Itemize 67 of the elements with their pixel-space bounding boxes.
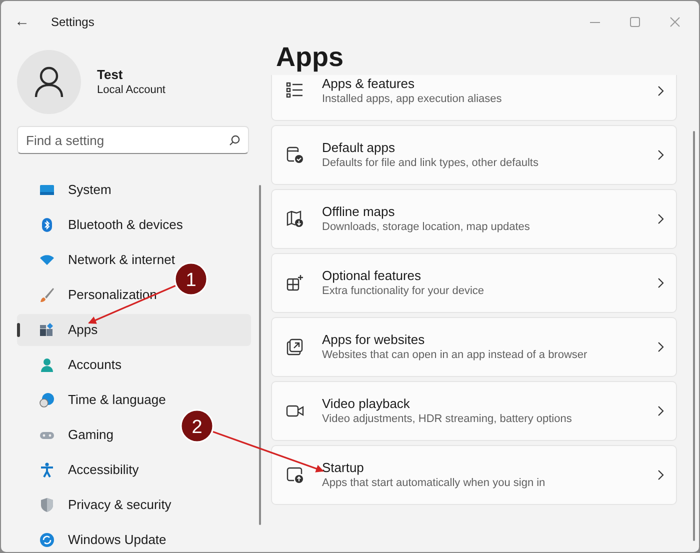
search-icon	[229, 135, 240, 146]
account-name: Test	[97, 67, 124, 83]
card-subtitle: Apps that start automatically when you sign in	[322, 476, 546, 490]
maximize-icon	[630, 17, 640, 27]
sidebar-item[interactable]: Windows Update	[17, 524, 174, 552]
chevron-right-icon	[658, 214, 664, 224]
sync-icon	[39, 532, 55, 548]
card-title: Apps for websites	[322, 332, 426, 348]
map-download-icon	[286, 210, 304, 228]
card-title: Offline maps	[322, 204, 396, 220]
sidebar-item[interactable]: Apps	[17, 314, 251, 346]
list-icon	[286, 82, 304, 100]
step-marker: 1	[174, 262, 208, 296]
card-title: Apps & features	[322, 76, 416, 92]
card-subtitle: Websites that can open in an app instead of a browser	[322, 348, 588, 362]
chevron-right-icon	[658, 150, 664, 160]
sidebar-item[interactable]: Privacy & security	[17, 489, 180, 521]
account-type: Local Account	[97, 83, 166, 97]
chevron-right-icon	[658, 86, 664, 96]
globe-clock-icon	[39, 392, 55, 408]
settings-card[interactable]: Apps for websites Websites that can open in an app instead of a browser	[271, 317, 677, 377]
card-subtitle: Defaults for file and link types, other defaults	[322, 156, 540, 170]
chevron-right-icon	[658, 342, 664, 352]
sidebar-item[interactable]: Time & language	[17, 384, 174, 416]
chevron-right-icon	[658, 406, 664, 416]
window-check-icon	[286, 146, 304, 164]
person-icon	[34, 66, 64, 98]
sidebar-item[interactable]: Bluetooth & devices	[17, 209, 191, 241]
bluetooth-icon	[39, 217, 55, 233]
window-upload-icon	[286, 466, 304, 484]
apps-icon	[39, 322, 55, 338]
settings-card[interactable]: Video playback Video adjustments, HDR streaming, battery options	[271, 381, 677, 441]
wifi-icon	[39, 252, 55, 268]
chevron-right-icon	[658, 470, 664, 480]
open-external-icon	[286, 338, 304, 356]
accessibility-icon	[39, 462, 55, 478]
person-icon	[39, 357, 55, 373]
card-subtitle: Video adjustments, HDR streaming, battery options	[322, 412, 573, 426]
card-subtitle: Extra functionality for your device	[322, 284, 486, 298]
search-field[interactable]: Find a setting	[17, 126, 249, 154]
monitor-icon	[39, 182, 55, 198]
window-title: Settings	[51, 14, 94, 31]
sidebar-item[interactable]: Personalization	[17, 279, 165, 311]
back-button[interactable]: ←	[9, 10, 35, 34]
shield-icon	[39, 497, 55, 513]
card-subtitle: Installed apps, app execution aliases	[322, 92, 503, 106]
settings-card[interactable]: Default apps Defaults for file and link types, other defaults	[271, 125, 677, 185]
close-icon	[670, 17, 680, 27]
sidebar-item[interactable]: Gaming	[17, 419, 122, 451]
sidebar-item[interactable]: Accessibility	[17, 454, 147, 486]
sidebar-item[interactable]: System	[17, 174, 120, 206]
settings-card[interactable]: Startup Apps that start automatically when you sign in	[271, 445, 677, 505]
settings-card[interactable]: Offline maps Downloads, storage location, map updates	[271, 189, 677, 249]
settings-card[interactable]: Optional features Extra functionality for your device	[271, 253, 677, 313]
sidebar-item[interactable]: Accounts	[17, 349, 130, 381]
paintbrush-icon	[39, 287, 55, 303]
card-title: Optional features	[322, 268, 422, 284]
card-title: Startup	[322, 460, 365, 476]
card-subtitle: Downloads, storage location, map updates	[322, 220, 531, 234]
page-title: Apps	[276, 41, 344, 74]
card-title: Video playback	[322, 396, 411, 412]
card-title: Default apps	[322, 140, 396, 156]
settings-card[interactable]: Apps & features Installed apps, app execution aliases	[271, 75, 677, 121]
chevron-right-icon	[658, 278, 664, 288]
selection-indicator	[17, 323, 20, 337]
grid-plus-icon	[286, 274, 304, 292]
step-marker: 2	[180, 409, 214, 443]
